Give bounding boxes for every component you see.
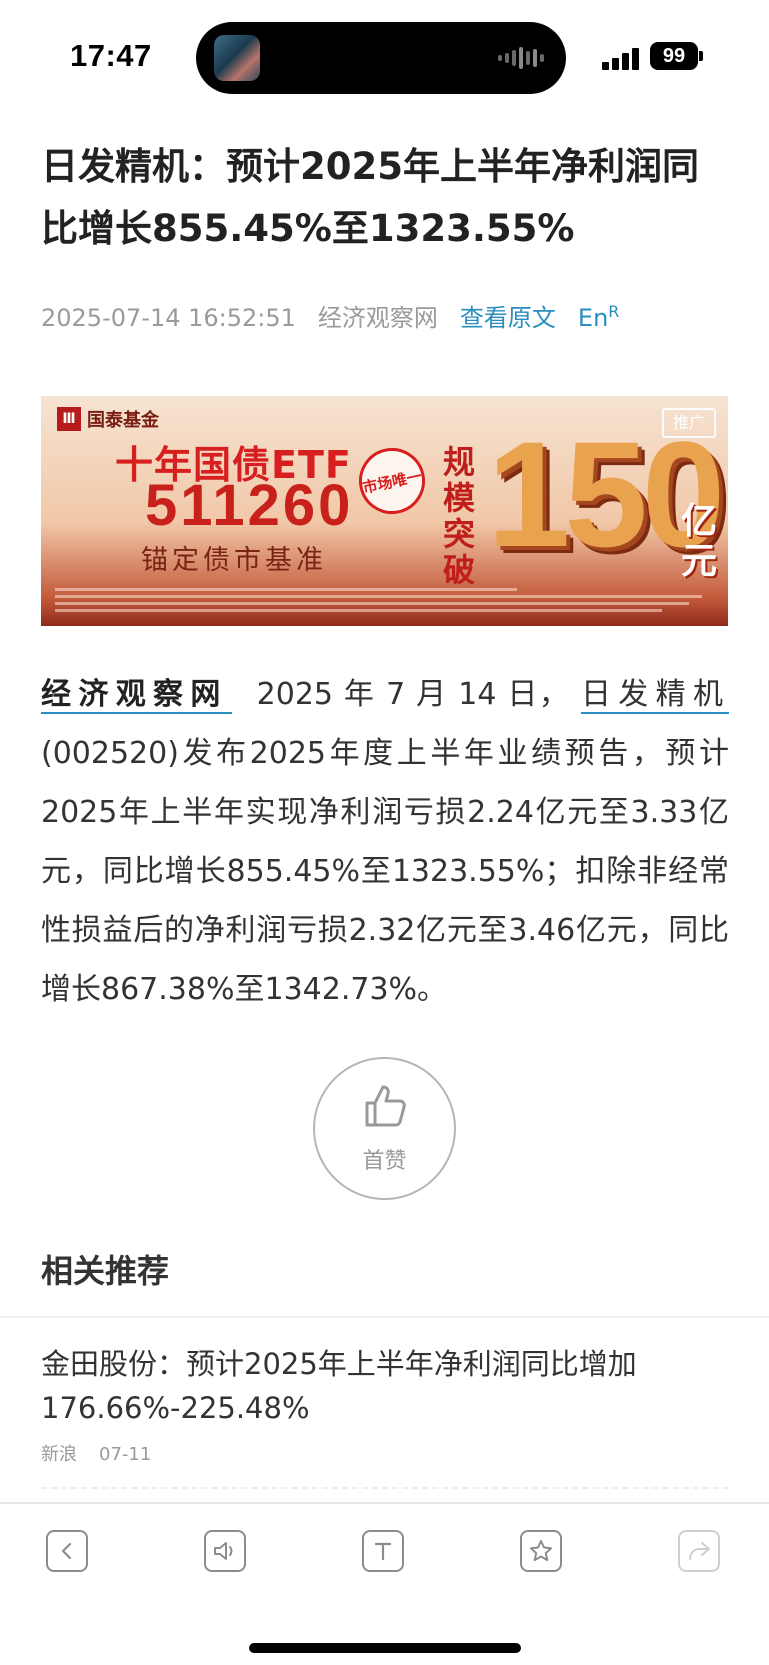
ad-unit: 亿元: [681, 501, 718, 582]
favorite-button[interactable]: [520, 1530, 562, 1572]
body-stock-link[interactable]: 日发精机: [580, 677, 729, 714]
article-title: 日发精机：预计2025年上半年净利润同比增长855.45%至1323.55%: [41, 145, 699, 250]
dynamic-island[interactable]: [196, 22, 566, 94]
back-button[interactable]: [46, 1530, 88, 1572]
audio-icon: [214, 1542, 233, 1560]
english-toggle-label: En: [577, 304, 609, 332]
related-item-title: 金田股份：预计2025年上半年净利润同比增加176.66%-225.48%: [41, 1347, 637, 1425]
article-meta: 2025-07-14 16:52:51 经济观察网 查看原文 EnR: [41, 298, 619, 333]
thumbs-up-icon: [365, 1085, 406, 1127]
now-playing-artwork: [214, 35, 260, 81]
english-toggle[interactable]: EnR: [578, 302, 620, 332]
ad-fund-code: 511260: [145, 473, 354, 538]
text-size-button[interactable]: [362, 1530, 404, 1572]
cellular-signal-icon: [602, 46, 640, 70]
article-body: 经济观察网 2025 年 7 月 14 日， 日发精机 (002520)发布202…: [41, 665, 729, 1019]
ad-disclaimer-graphic: [55, 584, 715, 616]
status-time: 17:47: [70, 38, 152, 73]
english-toggle-sup: R: [608, 302, 620, 321]
battery-icon: 99: [650, 42, 698, 70]
status-bar: 17:47 99: [0, 0, 769, 110]
list-separator: [41, 1487, 729, 1489]
guotai-logo-icon: Ⅲ: [57, 407, 81, 431]
text-size-icon: [374, 1542, 392, 1561]
body-source-link[interactable]: 经济观察网: [41, 677, 232, 714]
ad-brand-name: 国泰基金: [87, 410, 159, 431]
body-text: (002520)发布2025年度上半年业绩预告，预计2025年上半年实现净利润亏…: [41, 736, 729, 1007]
share-icon: [689, 1542, 710, 1560]
article-source: 经济观察网: [317, 304, 438, 332]
related-item-meta: 新浪 07-11: [41, 1440, 731, 1466]
related-heading: 相关推荐: [41, 1252, 170, 1290]
ad-banner[interactable]: Ⅲ 国泰基金 推广 十年国债ETF 511260 锚定债市基准 市场唯一 规模突…: [41, 396, 728, 626]
ad-seal: 市场唯一: [352, 441, 432, 521]
view-original-link[interactable]: 查看原文: [460, 298, 556, 333]
list-item[interactable]: 金田股份：预计2025年上半年净利润同比增加176.66%-225.48% 新浪…: [41, 1342, 731, 1466]
body-date: 2025 年 7 月 14 日，: [256, 677, 571, 712]
read-aloud-button[interactable]: [204, 1530, 246, 1572]
share-button[interactable]: [678, 1530, 720, 1572]
like-button[interactable]: 首赞: [313, 1057, 456, 1200]
ad-subline: 锚定债市基准: [141, 545, 327, 576]
ad-vertical-text: 规模突破: [442, 443, 475, 589]
audio-wave-icon: [498, 46, 544, 70]
related-item-date: 07-11: [99, 1444, 152, 1465]
battery-tip: [699, 51, 703, 61]
related-item-source: 新浪: [41, 1444, 77, 1465]
home-indicator[interactable]: [249, 1643, 521, 1653]
section-divider: [0, 1316, 769, 1318]
ad-brand: Ⅲ 国泰基金: [57, 406, 159, 432]
favorite-icon: [530, 1540, 552, 1562]
back-icon: [61, 1542, 72, 1560]
like-label: 首赞: [362, 1149, 407, 1174]
bottom-toolbar: [0, 1502, 769, 1665]
article-datetime: 2025-07-14 16:52:51: [41, 304, 296, 332]
